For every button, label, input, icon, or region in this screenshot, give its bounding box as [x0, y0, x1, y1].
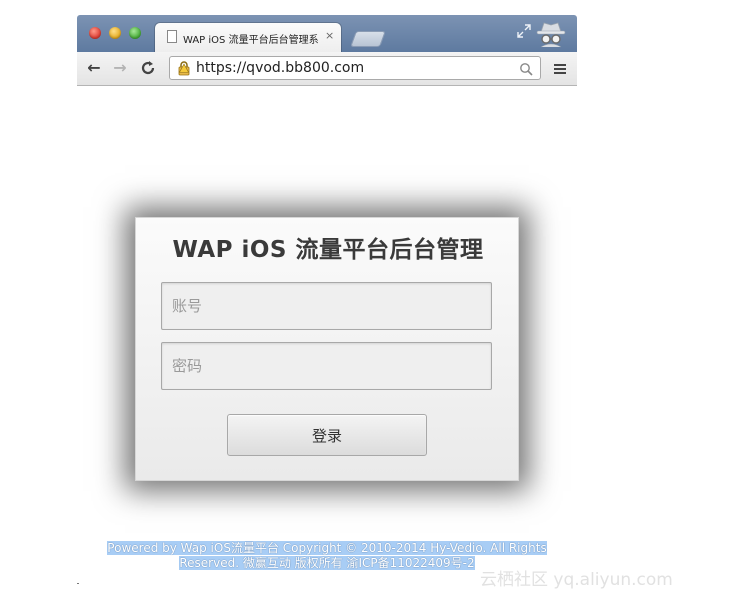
watermark: 云栖社区 yq.aliyun.com [480, 570, 673, 590]
back-arrow-icon[interactable]: ← [84, 58, 104, 78]
lock-warning-icon [176, 60, 192, 76]
forward-arrow-icon[interactable]: → [110, 58, 130, 78]
page-content: WAP iOS 流量平台后台管理 登录 Powered by Wap iOS流量… [77, 86, 577, 586]
password-input[interactable] [161, 342, 492, 390]
login-panel: WAP iOS 流量平台后台管理 登录 [135, 217, 519, 481]
minimize-window-icon[interactable] [109, 27, 121, 39]
tab-close-icon[interactable]: × [325, 30, 334, 41]
address-bar[interactable]: https://qvod.bb800.com [169, 56, 541, 80]
incognito-icon [535, 20, 567, 48]
reload-icon[interactable] [138, 58, 158, 78]
divider-mark [77, 583, 79, 584]
account-input[interactable] [161, 282, 492, 330]
browser-toolbar: ← → https://qvod.bb800.com [77, 52, 577, 86]
new-tab-button[interactable] [350, 31, 386, 47]
fullscreen-icon[interactable] [517, 24, 531, 38]
maximize-window-icon[interactable] [129, 27, 141, 39]
footer-line-2: Reserved. 微赢互动 版权所有 渝ICP备11022409号-2 [179, 556, 475, 570]
url-text: https://qvod.bb800.com [196, 60, 365, 76]
tab-title: WAP iOS 流量平台后台管理系 [183, 35, 318, 46]
close-window-icon[interactable] [89, 27, 101, 39]
page-icon [167, 30, 177, 43]
browser-titlebar: WAP iOS 流量平台后台管理系 × [77, 15, 577, 52]
footer-line-1: Powered by Wap iOS流量平台 Copyright © 2010-… [107, 541, 547, 555]
login-title: WAP iOS 流量平台后台管理 [172, 237, 484, 263]
menu-icon[interactable] [553, 61, 567, 75]
screenshot-stage: WAP iOS 流量平台后台管理系 × ← → https://qvod.bb8… [0, 0, 729, 600]
browser-tab-active[interactable]: WAP iOS 流量平台后台管理系 × [155, 23, 341, 52]
search-icon[interactable] [519, 61, 533, 76]
browser-window: WAP iOS 流量平台后台管理系 × ← → https://qvod.bb8… [77, 15, 577, 586]
login-button[interactable]: 登录 [227, 414, 427, 456]
